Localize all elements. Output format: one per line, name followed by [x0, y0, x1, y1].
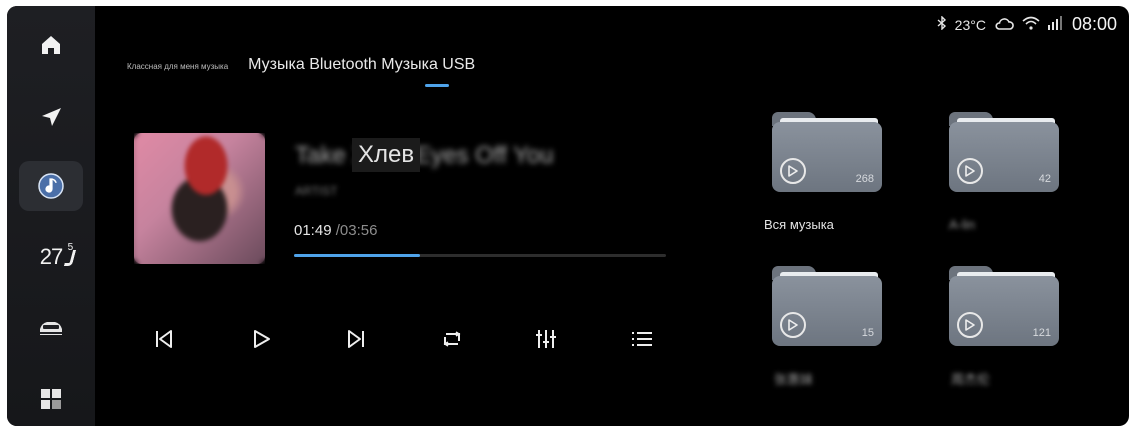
folder-all-music[interactable]: 268: [772, 112, 882, 192]
total-duration: 03:56: [339, 222, 378, 239]
next-button[interactable]: [339, 324, 373, 358]
playlist-icon: [631, 330, 653, 353]
dock-seat-temperature-button[interactable]: 27 5: [19, 232, 83, 282]
folder-play-icon[interactable]: [957, 312, 983, 338]
play-icon: [253, 329, 271, 354]
artist-name: ARTIST: [295, 184, 338, 198]
navigation-icon: [40, 106, 62, 128]
outside-temperature: 23°C: [954, 16, 986, 33]
folder-track-count: 15: [861, 327, 874, 339]
folder-label: A-lin: [949, 217, 976, 232]
apps-grid-icon: [41, 389, 61, 409]
active-tab-indicator: [425, 84, 449, 87]
folder-label: 周杰伦: [951, 372, 991, 387]
progress-fill: [294, 254, 421, 257]
infotainment-screen: 27 5 23°C 08:00 Классная для меня музыка…: [7, 6, 1129, 426]
repeat-icon: [441, 330, 463, 353]
elapsed-time: 01:49: [294, 222, 332, 239]
signal-icon: [1047, 16, 1064, 33]
folder-play-icon[interactable]: [780, 312, 806, 338]
clock: 08:00: [1071, 14, 1117, 34]
time-separator: /: [331, 222, 340, 239]
folder-label: Вся музыка: [764, 217, 834, 232]
source-tabs: Классная для меня музыка Музыка Bluetoot…: [127, 56, 475, 74]
folder-play-icon[interactable]: [780, 158, 806, 184]
song-title: Хлев: [352, 138, 421, 172]
dock-navigation-button[interactable]: [19, 92, 83, 142]
folder-track-count: 121: [1032, 327, 1051, 339]
folder-label: 张惠妹: [774, 372, 814, 387]
song-title-blurred: Take Хлев Eyes Off You: [295, 142, 554, 169]
car-icon: [37, 320, 65, 338]
bluetooth-icon: [937, 15, 947, 33]
tab-recommended[interactable]: Классная для меня музыка: [127, 62, 228, 71]
music-icon: [38, 173, 64, 199]
playback-time: 01:49 /03:56: [294, 222, 377, 239]
equalizer-icon: [535, 329, 557, 354]
status-bar: 23°C 08:00: [937, 14, 1117, 35]
previous-button[interactable]: [147, 324, 181, 358]
album-art[interactable]: [134, 133, 265, 264]
cloud-icon: [994, 16, 1014, 33]
folder-artist-2[interactable]: 15: [772, 266, 882, 346]
seat-temperature-icon: 27 5: [40, 242, 77, 270]
repeat-button[interactable]: [435, 324, 469, 358]
side-dock: 27 5: [7, 6, 95, 426]
dock-music-button[interactable]: [19, 161, 83, 211]
play-button[interactable]: [245, 324, 279, 358]
progress-bar[interactable]: [294, 254, 666, 257]
dock-car-button[interactable]: [19, 304, 83, 354]
dock-apps-button[interactable]: [19, 374, 83, 424]
folder-artist-1[interactable]: 42: [949, 112, 1059, 192]
next-icon: [347, 329, 365, 354]
folder-artist-3[interactable]: 121: [949, 266, 1059, 346]
folder-track-count: 42: [1038, 173, 1051, 185]
prev-icon: [155, 329, 173, 354]
tab-bluetooth-usb[interactable]: Музыка Bluetooth Музыка USB: [248, 56, 475, 74]
wifi-icon: [1022, 16, 1040, 33]
dock-home-button[interactable]: [19, 20, 83, 70]
folder-track-count: 268: [855, 173, 874, 185]
equalizer-button[interactable]: [529, 324, 563, 358]
playback-controls: [147, 324, 667, 358]
folder-play-icon[interactable]: [957, 158, 983, 184]
playlist-button[interactable]: [625, 324, 659, 358]
home-icon: [40, 34, 62, 56]
